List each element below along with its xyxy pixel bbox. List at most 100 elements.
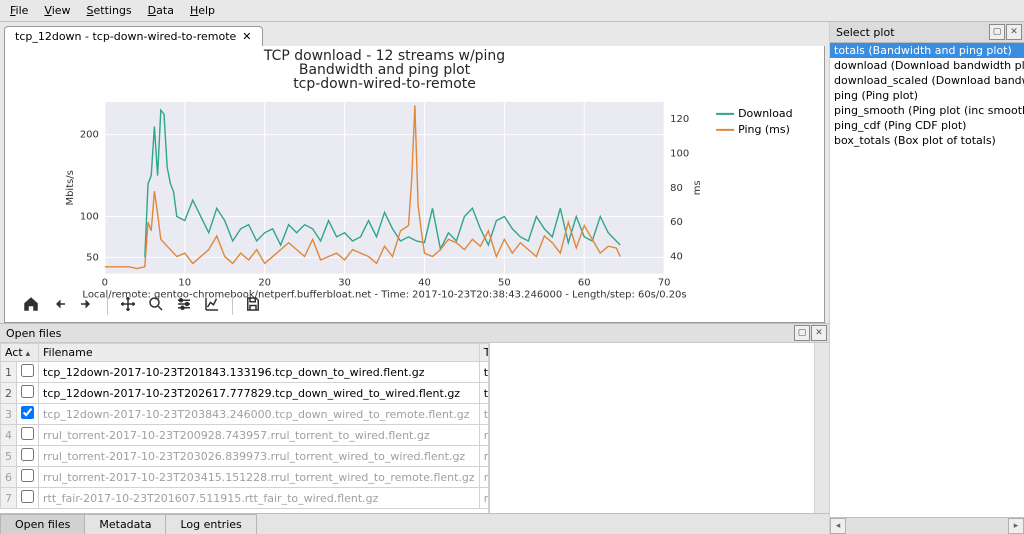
row-filename: rtt_fair-2017-10-23T201607.511915.rtt_fa… — [39, 488, 480, 509]
table-row[interactable]: 5 rrul_torrent-2017-10-23T203026.839973.r… — [1, 446, 490, 467]
row-title: rtt-fair-to-wired — [479, 488, 489, 509]
svg-text:40: 40 — [418, 278, 431, 289]
row-checkbox[interactable] — [17, 383, 39, 404]
row-checkbox[interactable] — [17, 362, 39, 383]
svg-text:Mbits/s: Mbits/s — [65, 170, 76, 205]
svg-text:ms: ms — [692, 180, 703, 195]
bandwidth-ping-chart: TCP download - 12 streams w/pingBandwidt… — [5, 46, 824, 322]
table-row[interactable]: 1 tcp_12down-2017-10-23T201843.133196.tcp… — [1, 362, 490, 383]
row-title: tcp-down-wired-to-remote — [479, 404, 489, 425]
svg-text:50: 50 — [86, 252, 99, 263]
tab-open-files[interactable]: Open files — [0, 514, 85, 534]
svg-text:50: 50 — [498, 278, 511, 289]
row-title: rrul-torrent-to-wired — [479, 425, 489, 446]
row-checkbox[interactable] — [17, 446, 39, 467]
plot-tab[interactable]: tcp_12down - tcp-down-wired-to-remote ✕ — [4, 26, 263, 46]
row-checkbox[interactable] — [17, 467, 39, 488]
open-files-table: Act Filename Title 1 tcp_12down-2017-10-2… — [0, 343, 489, 513]
file-preview-pane — [489, 343, 829, 513]
row-number: 5 — [1, 446, 17, 467]
menu-view[interactable]: View — [36, 2, 78, 19]
tab-strip: tcp_12down - tcp-down-wired-to-remote ✕ — [0, 22, 829, 46]
plot-list-item[interactable]: box_totals (Box plot of totals) — [830, 133, 1024, 148]
chart-icon[interactable] — [200, 292, 224, 316]
pan-icon[interactable] — [116, 292, 140, 316]
toolbar-separator — [232, 293, 233, 315]
scrollbar-vertical[interactable] — [814, 343, 829, 513]
close-panel-icon[interactable]: ✕ — [811, 325, 827, 341]
sliders-icon[interactable] — [172, 292, 196, 316]
row-number: 1 — [1, 362, 17, 383]
close-panel-icon[interactable]: ✕ — [1006, 24, 1022, 40]
menu-data[interactable]: Data — [140, 2, 182, 19]
svg-text:60: 60 — [578, 278, 591, 289]
forward-icon[interactable] — [75, 292, 99, 316]
row-filename: rrul_torrent-2017-10-23T203415.151228.rr… — [39, 467, 480, 488]
plot-list-item[interactable]: totals (Bandwidth and ping plot) — [830, 43, 1024, 58]
save-icon[interactable] — [241, 292, 265, 316]
row-number: 7 — [1, 488, 17, 509]
svg-text:100: 100 — [80, 211, 99, 222]
close-icon[interactable]: ✕ — [242, 30, 251, 43]
svg-text:80: 80 — [670, 183, 683, 194]
plot-list-item[interactable]: download_scaled (Download bandwidth w/ax… — [830, 73, 1024, 88]
tab-metadata[interactable]: Metadata — [84, 514, 166, 534]
row-filename: tcp_12down-2017-10-23T203843.246000.tcp_… — [39, 404, 480, 425]
svg-text:tcp-down-wired-to-remote: tcp-down-wired-to-remote — [293, 76, 476, 92]
col-title[interactable]: Title — [479, 344, 489, 362]
plot-list-item[interactable]: ping_cdf (Ping CDF plot) — [830, 118, 1024, 133]
row-title: tcp-down-to-wired — [479, 362, 489, 383]
svg-text:120: 120 — [670, 114, 689, 125]
plot-toolbar — [19, 292, 265, 316]
svg-text:10: 10 — [178, 278, 191, 289]
row-checkbox[interactable] — [17, 488, 39, 509]
tab-log-entries[interactable]: Log entries — [165, 514, 256, 534]
row-number: 4 — [1, 425, 17, 446]
scroll-left-icon[interactable]: ◂ — [830, 518, 846, 534]
row-checkbox[interactable] — [17, 404, 39, 425]
table-row[interactable]: 3 tcp_12down-2017-10-23T203843.246000.tcp… — [1, 404, 490, 425]
menu-file[interactable]: File — [2, 2, 36, 19]
row-title: tcp-down-wired-to-wired — [479, 383, 489, 404]
select-plot-title: Select plot — [836, 26, 895, 39]
menu-settings[interactable]: Settings — [79, 2, 140, 19]
scroll-right-icon[interactable]: ▸ — [1008, 518, 1024, 534]
back-icon[interactable] — [47, 292, 71, 316]
table-row[interactable]: 7 rtt_fair-2017-10-23T201607.511915.rtt_f… — [1, 488, 490, 509]
svg-text:70: 70 — [658, 278, 671, 289]
plot-list-item[interactable]: download (Download bandwidth plot) — [830, 58, 1024, 73]
detach-icon[interactable]: ▢ — [794, 325, 810, 341]
col-act[interactable]: Act — [1, 344, 39, 362]
scrollbar-horizontal[interactable]: ◂ ▸ — [830, 517, 1024, 534]
svg-text:100: 100 — [670, 148, 689, 159]
row-number: 6 — [1, 467, 17, 488]
svg-text:0: 0 — [102, 278, 108, 289]
row-filename: rrul_torrent-2017-10-23T203026.839973.rr… — [39, 446, 480, 467]
svg-text:200: 200 — [80, 130, 99, 141]
table-row[interactable]: 6 rrul_torrent-2017-10-23T203415.151228.r… — [1, 467, 490, 488]
row-title: rrul-torrent-wired-to-remote — [479, 467, 489, 488]
open-files-header: Open files ▢ ✕ — [0, 324, 829, 343]
row-number: 3 — [1, 404, 17, 425]
col-filename[interactable]: Filename — [39, 344, 480, 362]
menu-help[interactable]: Help — [182, 2, 223, 19]
detach-icon[interactable]: ▢ — [989, 24, 1005, 40]
select-plot-header: Select plot ▢ ✕ — [830, 22, 1024, 43]
plot-list[interactable]: totals (Bandwidth and ping plot)download… — [830, 43, 1024, 517]
svg-text:20: 20 — [258, 278, 271, 289]
open-files-title: Open files — [6, 327, 61, 340]
svg-text:40: 40 — [670, 252, 683, 263]
plot-tab-label: tcp_12down - tcp-down-wired-to-remote — [15, 30, 236, 43]
lower-tabs: Open files Metadata Log entries — [0, 513, 829, 534]
row-filename: tcp_12down-2017-10-23T201843.133196.tcp_… — [39, 362, 480, 383]
table-row[interactable]: 4 rrul_torrent-2017-10-23T200928.743957.r… — [1, 425, 490, 446]
svg-text:Ping (ms): Ping (ms) — [738, 123, 790, 136]
plot-list-item[interactable]: ping (Ping plot) — [830, 88, 1024, 103]
svg-text:60: 60 — [670, 217, 683, 228]
row-checkbox[interactable] — [17, 425, 39, 446]
row-filename: rrul_torrent-2017-10-23T200928.743957.rr… — [39, 425, 480, 446]
plot-list-item[interactable]: ping_smooth (Ping plot (inc smoothed ave… — [830, 103, 1024, 118]
table-row[interactable]: 2tcp_12down-2017-10-23T202617.777829.tcp… — [1, 383, 490, 404]
home-icon[interactable] — [19, 292, 43, 316]
zoom-icon[interactable] — [144, 292, 168, 316]
